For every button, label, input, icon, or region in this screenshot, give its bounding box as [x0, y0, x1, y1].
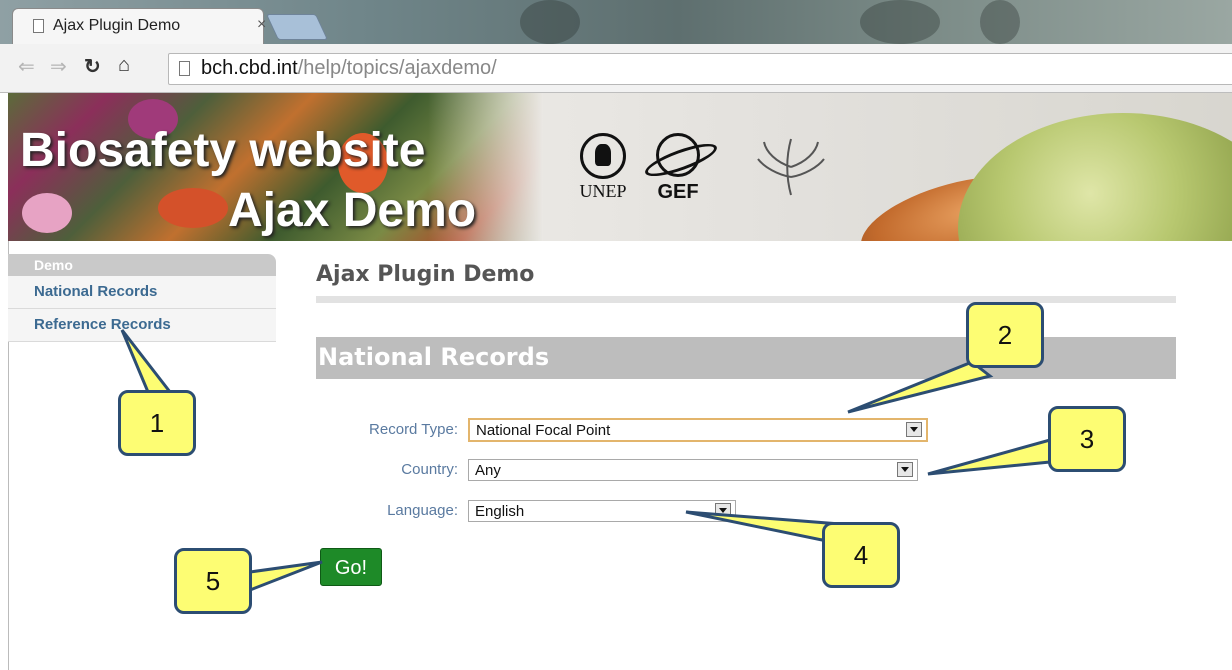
browser-tab-bar: Ajax Plugin Demo ×	[0, 0, 1232, 44]
forward-icon[interactable]: ⇒	[50, 54, 67, 79]
chevron-down-icon[interactable]	[897, 462, 913, 477]
section-header: National Records	[316, 337, 1176, 379]
country-label: Country:	[401, 461, 458, 478]
salamander-image	[158, 188, 228, 228]
record-type-value: National Focal Point	[476, 422, 611, 439]
page-icon	[33, 19, 44, 33]
callout-5: 5	[174, 548, 252, 614]
address-bar[interactable]: bch.cbd.int/help/topics/ajaxdemo/	[168, 53, 1232, 85]
go-button[interactable]: Go!	[320, 548, 382, 586]
back-icon[interactable]: ⇐	[18, 54, 35, 79]
unep-logo: UNEP	[574, 133, 632, 202]
tab-close-icon[interactable]: ×	[257, 16, 266, 34]
browser-toolbar: ⇐ ⇒ ↻ ⌂ bch.cbd.int/help/topics/ajaxdemo…	[0, 44, 1232, 93]
unep-logo-label: UNEP	[579, 181, 627, 201]
banner-title-line2: Ajax Demo	[228, 184, 477, 237]
flower-image	[22, 193, 72, 233]
sidebar-header: Demo	[8, 254, 276, 276]
gef-globe-icon	[656, 133, 700, 177]
reload-icon[interactable]: ↻	[84, 54, 101, 79]
tab-bar-texture	[860, 0, 940, 44]
language-select[interactable]: English	[468, 500, 736, 522]
gef-logo-label: GEF	[657, 181, 699, 203]
globe-image	[958, 113, 1232, 241]
record-type-label: Record Type:	[369, 421, 458, 438]
page-icon	[179, 61, 190, 76]
sidebar-item-national-records[interactable]: National Records	[8, 276, 276, 309]
callout-2: 2	[966, 302, 1044, 368]
sidebar: Demo National Records Reference Records	[8, 254, 276, 342]
chevron-down-icon[interactable]	[906, 422, 922, 437]
new-tab-button[interactable]	[265, 14, 329, 40]
callout-4: 4	[822, 522, 900, 588]
tab-bar-texture	[980, 0, 1020, 44]
callout-3-pointer	[927, 438, 1052, 476]
home-icon[interactable]: ⌂	[118, 54, 130, 77]
chevron-down-icon[interactable]	[715, 503, 731, 518]
callout-1: 1	[118, 390, 196, 456]
country-value: Any	[475, 462, 501, 479]
banner-title-line1: Biosafety website	[20, 124, 426, 177]
sidebar-item-reference-records[interactable]: Reference Records	[8, 309, 276, 342]
url-text: bch.cbd.int/help/topics/ajaxdemo/	[201, 57, 497, 79]
site-banner: Biosafety website Ajax Demo UNEP GEF	[8, 93, 1232, 241]
tab-bar-texture	[520, 0, 580, 44]
unep-emblem-icon	[580, 133, 626, 179]
language-label: Language:	[387, 502, 458, 519]
callout-5-pointer	[248, 560, 323, 593]
tab-title: Ajax Plugin Demo	[53, 17, 181, 34]
country-select[interactable]: Any	[468, 459, 918, 481]
gef-logo: GEF	[642, 133, 714, 204]
section-title: National Records	[318, 343, 550, 371]
page-title: Ajax Plugin Demo	[316, 262, 535, 287]
language-value: English	[475, 503, 525, 520]
browser-tab[interactable]: Ajax Plugin Demo ×	[12, 8, 266, 44]
record-type-select[interactable]: National Focal Point	[468, 418, 928, 442]
callout-3: 3	[1048, 406, 1126, 472]
title-divider	[316, 296, 1176, 303]
cbd-leaf-icon	[757, 138, 825, 196]
